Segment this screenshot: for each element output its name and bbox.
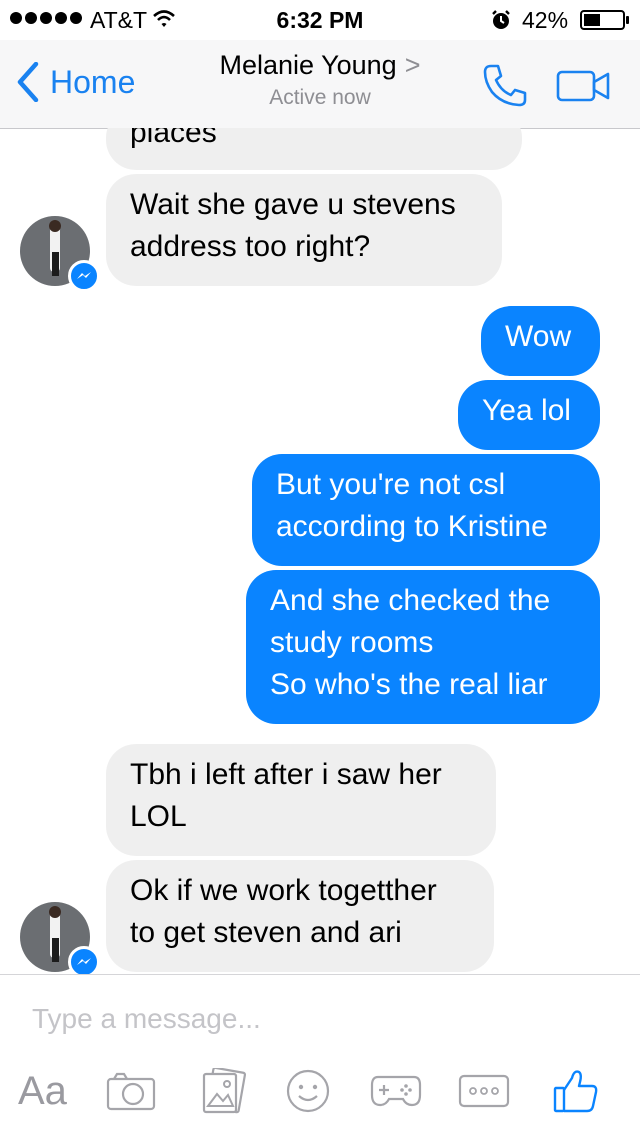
game-icon[interactable] [370,1069,422,1113]
camera-icon[interactable] [106,1069,156,1113]
message-bubble-outgoing[interactable]: Yea lol [458,380,600,450]
contact-name: Melanie Young [219,50,397,80]
battery-icon [580,10,630,30]
message-thread[interactable]: places Wait she gave u stevens address t… [0,128,640,974]
message-text: Wow [505,320,572,353]
message-bubble-incoming[interactable]: Wait she gave u stevens address too righ… [106,174,502,286]
phone-call-icon[interactable] [482,62,528,113]
battery-percent: 42% [522,7,569,33]
message-text: to get steven and ari [130,916,402,949]
message-bubble-incoming[interactable]: Tbh i left after i saw her LOL [106,744,496,856]
messenger-badge-icon [68,946,100,974]
messenger-badge-icon [68,260,100,292]
presence-status: Active now [269,86,371,109]
message-bubble-incoming[interactable]: Ok if we work togetther to get steven an… [106,860,494,972]
conversation-header: Home Melanie Young > Active now [0,40,640,129]
message-bubble-incoming[interactable]: places [106,128,522,170]
message-text: Tbh i left after i saw her [130,758,442,791]
message-text: study rooms [270,626,434,659]
contact-name-button[interactable]: Melanie Young > [0,50,640,81]
message-text: So who's the real liar [270,668,548,701]
message-bubble-outgoing[interactable]: And she checked the study rooms So who's… [246,570,600,724]
message-text: places [130,128,217,149]
message-text: LOL [130,800,187,833]
message-input[interactable] [32,1003,592,1035]
message-text: But you're not csl [276,468,506,501]
emoji-icon[interactable] [285,1069,331,1113]
message-text: Ok if we work togetther [130,874,437,907]
message-bubble-outgoing[interactable]: But you're not csl according to Kristine [252,454,600,566]
video-call-icon[interactable] [556,70,612,107]
message-text: address too right? [130,230,371,263]
message-text: Yea lol [482,394,571,427]
message-text: according to Kristine [276,510,548,543]
photo-icon[interactable] [200,1068,246,1114]
message-bubble-outgoing[interactable]: Wow [481,306,600,376]
text-format-button[interactable]: Aa [18,1069,67,1113]
like-icon[interactable] [552,1069,600,1113]
alarm-icon [490,9,512,37]
chevron-right-icon: > [404,50,421,80]
status-bar: AT&T 6:32 PM 42% [0,0,640,40]
message-text: Wait she gave u stevens [130,188,456,221]
message-text: And she checked the [270,584,551,617]
message-composer: Aa [0,974,640,1137]
more-icon[interactable] [458,1069,510,1113]
